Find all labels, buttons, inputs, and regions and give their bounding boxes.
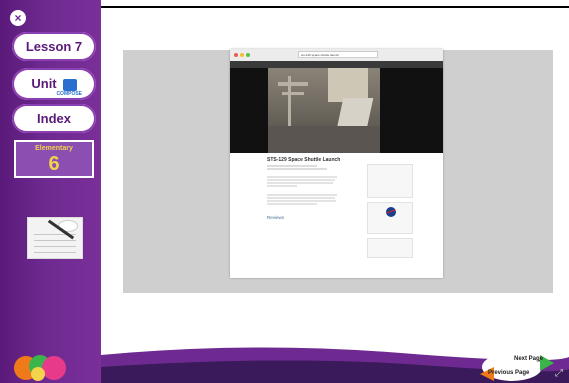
reviews-label: Reviews xyxy=(267,215,285,220)
shuttle-launch-video xyxy=(268,68,380,153)
fun-logo xyxy=(14,355,66,381)
unit-label: Unit xyxy=(31,76,57,91)
sidebar: × Lesson 7 Unit COMPOSE Index Elementary… xyxy=(0,0,101,383)
url-bar[interactable]: sts-129 space shuttle launch xyxy=(298,51,378,58)
site-nav-bar xyxy=(230,61,443,68)
lesson-button[interactable]: Lesson 7 xyxy=(12,32,96,61)
stage-border xyxy=(101,6,569,8)
video-title: STS-129 Space Shuttle Launch xyxy=(267,157,341,163)
nasa-logo xyxy=(386,207,396,217)
grade-label: Elementary xyxy=(35,145,73,152)
reviews-heading: Reviews xyxy=(267,215,284,220)
related-box xyxy=(367,238,413,258)
close-button[interactable]: × xyxy=(10,10,26,26)
unit-sub-label: COMPOSE xyxy=(56,91,82,97)
grade-badge: Elementary 6 xyxy=(14,140,94,178)
info-sidebar xyxy=(367,164,413,276)
compose-icon xyxy=(62,78,77,91)
description-text-2 xyxy=(267,193,337,206)
description-text xyxy=(267,175,337,188)
browser-window: sts-129 space shuttle launch STS-129 Spa… xyxy=(230,49,443,278)
details-box xyxy=(367,164,413,198)
unit-button[interactable]: Unit COMPOSE xyxy=(12,68,96,100)
grade-number: 6 xyxy=(48,153,60,175)
video-meta xyxy=(267,164,337,171)
notepad-icon[interactable] xyxy=(27,217,83,259)
video-player[interactable] xyxy=(230,68,443,153)
fullscreen-icon[interactable]: ⤢ xyxy=(555,369,565,379)
next-page-button[interactable]: Next Page xyxy=(514,356,543,362)
nasa-box xyxy=(367,202,413,234)
previous-page-button[interactable]: Previous Page xyxy=(488,370,529,376)
index-button[interactable]: Index xyxy=(12,104,96,133)
